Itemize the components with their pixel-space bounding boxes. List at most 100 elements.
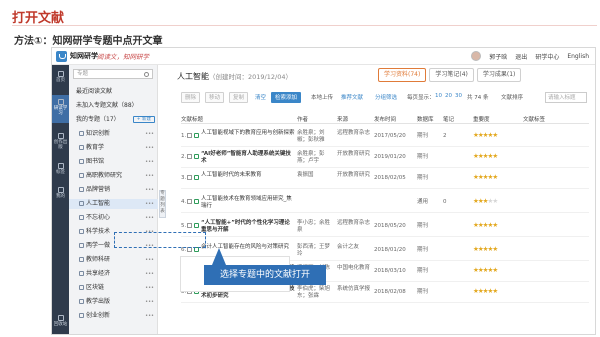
copy-button[interactable]: 复制 [229,92,249,103]
col-importance[interactable]: 重要度 [473,115,490,123]
row-checkbox[interactable] [187,175,192,180]
more-icon[interactable]: ••• [145,269,154,279]
star-icon[interactable]: ★ [492,131,498,139]
doc-title-link[interactable]: “人工智能+”时代的个性化学习理论重思与开解 [201,220,295,234]
importance-stars[interactable]: ★★★★★ [473,221,498,229]
star-icon[interactable]: ★ [492,173,498,181]
tab-notes[interactable]: 学习笔记(4) [429,68,474,82]
more-icon[interactable]: ••• [145,213,154,223]
upload-button[interactable]: 本地上传 [311,93,333,101]
importance-stars[interactable]: ★★★★★ [473,287,498,295]
user-name[interactable]: 郭子晗 [489,52,507,61]
tree-search-input[interactable]: 专题 [73,69,153,79]
col-notes[interactable]: 笔记 [443,115,454,123]
avatar[interactable] [471,51,482,61]
more-icon[interactable]: ••• [145,311,154,321]
tree-item[interactable]: 人工智能 ••• [69,199,158,209]
rail-create[interactable]: 创作出版 [52,133,69,150]
app-window: 知网研学 阅读文，知网研学 郭子晗 退出 研学中心 English 首页 研读学… [51,47,596,335]
new-topic-button[interactable]: + 新建 [132,116,155,123]
tree-item[interactable]: 图书馆 ••• [69,157,158,167]
folder-icon [79,215,84,220]
more-icon[interactable]: ••• [145,129,154,139]
tree-item[interactable]: 教师科研 ••• [69,255,158,265]
tree-item[interactable]: 创业创新 ••• [69,311,158,321]
rail-study[interactable]: 研读学习 [52,95,69,123]
tab-results[interactable]: 学习成果(1) [476,68,522,82]
star-icon[interactable]: ★ [492,245,498,253]
row-checkbox[interactable] [187,223,192,228]
star-icon[interactable]: ★ [492,197,498,205]
col-tags[interactable]: 文献标签 [523,115,545,123]
importance-stars[interactable]: ★★★★★ [473,197,498,205]
more-icon[interactable]: ••• [145,283,154,293]
col-author[interactable]: 作者 [297,115,308,123]
title-search-input[interactable]: 请输入标题 [545,92,587,103]
table-row[interactable]: 2. “AI好老师”智能育人助理系统关键技术 余胜泉；彭燕；卢宇 开放教育研究 2019… [181,148,589,168]
more-icon[interactable]: ••• [145,297,154,307]
table-row[interactable]: 5. “人工智能+”时代的个性化学习理论重思与开解 李小忠；余胜泉 远程教育杂志 201… [181,217,589,237]
rail-mine[interactable]: 我的 [52,187,69,199]
star-icon[interactable]: ★ [492,287,498,295]
search-icon[interactable] [144,72,149,77]
sort-select[interactable]: 文献排序 [501,93,523,101]
more-icon[interactable]: ••• [145,199,154,209]
tab-materials[interactable]: 学习资料(74) [378,68,427,82]
importance-stars[interactable]: ★★★★★ [473,266,498,274]
col-source[interactable]: 来源 [337,115,348,123]
rail-tags[interactable]: 标签 [52,163,69,175]
col-date[interactable]: 发布时间 [374,115,396,123]
page-size-10[interactable]: 10 [435,93,442,99]
tree-item[interactable]: 不忘初心 ••• [69,213,158,223]
col-db[interactable]: 数据库 [417,115,434,123]
importance-stars[interactable]: ★★★★★ [473,245,498,253]
star-icon[interactable]: ★ [492,152,498,160]
delete-button[interactable]: 删除 [181,92,201,103]
tree-item[interactable]: 未加入专题文献（88） [69,101,158,111]
more-icon[interactable]: ••• [145,171,154,181]
clear-link[interactable]: 清空 [255,93,266,101]
tree-item[interactable]: 区块链 ••• [69,283,158,293]
tree-item[interactable]: 教育学 ••• [69,143,158,153]
doc-title-link[interactable]: 人工智能技术在教育领域应用研究_焦瑞行 [201,196,295,210]
move-button[interactable]: 移动 [205,92,225,103]
recommend-link[interactable]: 推荐文献 [341,93,363,101]
col-title[interactable]: 文献标题 [181,115,203,123]
tree-item[interactable]: 高职教师研究 ••• [69,171,158,181]
tree-item[interactable]: 最近阅读文献 [69,87,158,97]
row-checkbox[interactable] [187,154,192,159]
star-icon[interactable]: ★ [492,221,498,229]
importance-stars[interactable]: ★★★★★ [473,152,498,160]
row-checkbox[interactable] [187,133,192,138]
importance-stars[interactable]: ★★★★★ [473,131,498,139]
more-icon[interactable]: ••• [145,185,154,195]
page-size-30[interactable]: 30 [455,93,462,99]
study-center-link[interactable]: 研学中心 [535,52,559,61]
tree-item[interactable]: 共享经济 ••• [69,269,158,279]
doc-title-link[interactable]: 人工智能时代的未来教育 [201,172,295,179]
table-row[interactable]: 3. 人工智能时代的未来教育 袁振国 开放教育研究 2018/02/05 期刊 ★★★★★ [181,169,589,189]
table-row[interactable]: 1. 人工智能视域下的教育应用与创新探索 余胜泉；刘椒；彭秋雅 远程教育杂志 2017/… [181,127,589,147]
tree-item[interactable]: 知识创新 ••• [69,129,158,139]
more-icon[interactable]: ••• [145,255,154,265]
star-icon[interactable]: ★ [492,266,498,274]
group-filter-link[interactable]: 分组筛选 [375,93,397,101]
more-icon[interactable]: ••• [145,157,154,167]
tree-item[interactable]: 我的专题（17） + 新建 [69,115,158,125]
page-size-20[interactable]: 20 [445,93,452,99]
doc-notes-count: 0 [443,199,447,205]
more-icon[interactable]: ••• [145,143,154,153]
table-row[interactable]: 4. 人工智能技术在教育领域应用研究_焦瑞行 通用 0 ★★★★★ [181,193,589,213]
tree-item[interactable]: 品牌营销 ••• [69,185,158,195]
search-add-button[interactable]: 检索添加 [271,92,302,103]
doc-title-link[interactable]: “AI好老师”智能育人助理系统关键技术 [201,151,295,165]
doc-title-link[interactable]: 人工智能视域下的教育应用与创新探索 [201,130,295,137]
importance-stars[interactable]: ★★★★★ [473,173,498,181]
row-checkbox[interactable] [187,199,192,204]
tree-item[interactable]: 教学出版 ••• [69,297,158,307]
rail-home[interactable]: 首页 [52,71,69,83]
rail-trash[interactable]: 回收站 [52,315,69,327]
collapse-tree-toggle[interactable]: 专题列表 [159,190,166,218]
logout-link[interactable]: 退出 [515,52,527,61]
english-link[interactable]: English [567,53,589,60]
